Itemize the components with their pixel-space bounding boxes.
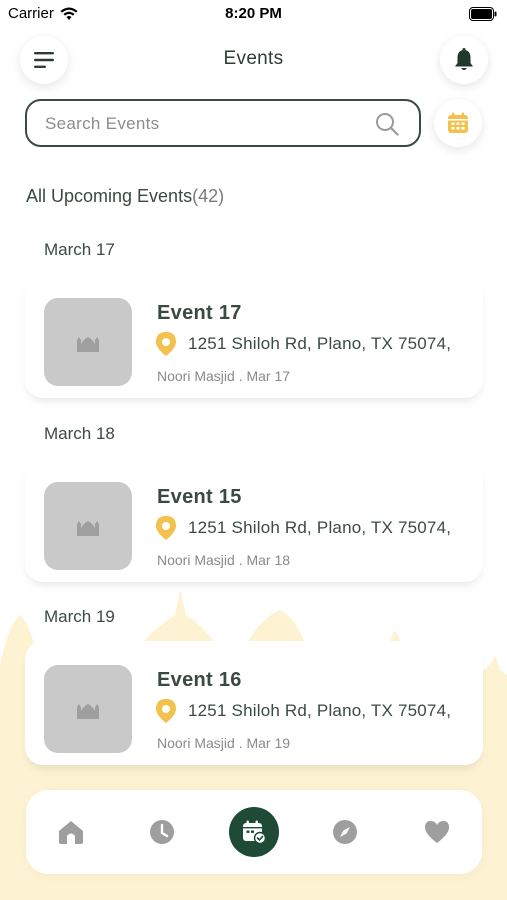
event-address: 1251 Shiloh Rd, Plano, TX 75074, (188, 334, 452, 353)
event-location: 1251 Shiloh Rd, Plano, TX 75074, (156, 516, 451, 540)
compass-icon (333, 820, 357, 844)
app-header: Events (0, 36, 507, 86)
nav-qibla[interactable] (320, 807, 370, 857)
event-meta: Noori Masjid . Mar 19 (157, 735, 291, 751)
event-title: Event 15 (157, 486, 242, 508)
event-address: 1251 Shiloh Rd, Plano, TX 75074, (188, 701, 452, 720)
event-meta: Noori Masjid . Mar 18 (157, 552, 291, 568)
event-title: Event 16 (157, 669, 242, 691)
event-card[interactable]: Event 17 1251 Shiloh Rd, Plano, TX 75074… (25, 274, 483, 398)
location-pin-icon (156, 332, 176, 356)
event-date-header: March 17 (44, 240, 115, 259)
event-title: Event 17 (157, 302, 242, 324)
event-card[interactable]: Event 16 1251 Shiloh Rd, Plano, TX 75074… (25, 641, 483, 765)
status-time: 8:20 PM (225, 5, 282, 22)
calendar-icon (448, 112, 468, 133)
nav-home[interactable] (46, 807, 96, 857)
search-input[interactable] (45, 112, 365, 136)
event-date-header: March 18 (44, 424, 115, 443)
event-card[interactable]: Event 15 1251 Shiloh Rd, Plano, TX 75074… (25, 458, 483, 582)
nav-prayer-times[interactable] (137, 807, 187, 857)
status-bar: Carrier 8:20 PM (0, 0, 507, 30)
nav-favorites[interactable] (412, 807, 462, 857)
section-title: All Upcoming Events (26, 186, 193, 206)
event-count: (42) (192, 186, 225, 206)
bottom-navigation (26, 790, 482, 874)
calendar-filter-button[interactable] (434, 99, 482, 147)
mosque-placeholder-icon (77, 337, 99, 352)
battery-icon (469, 7, 497, 21)
notifications-button[interactable] (440, 36, 488, 84)
calendar-check-icon (243, 820, 266, 844)
event-location: 1251 Shiloh Rd, Plano, TX 75074, (156, 332, 451, 356)
heart-icon (425, 821, 449, 843)
home-icon (59, 821, 83, 844)
event-address: 1251 Shiloh Rd, Plano, TX 75074, (188, 518, 452, 537)
mosque-placeholder-icon (77, 704, 99, 719)
event-meta: Noori Masjid . Mar 17 (157, 368, 291, 384)
event-thumbnail (44, 298, 132, 386)
clock-icon (150, 820, 174, 844)
location-pin-icon (156, 516, 176, 540)
mosque-placeholder-icon (77, 521, 99, 536)
event-thumbnail (44, 665, 132, 753)
event-location: 1251 Shiloh Rd, Plano, TX 75074, (156, 699, 451, 723)
nav-events[interactable] (229, 807, 279, 857)
event-date-header: March 19 (44, 607, 115, 626)
bell-icon (455, 48, 473, 70)
search-bar[interactable] (25, 99, 421, 147)
section-heading: All Upcoming Events(42) (26, 186, 224, 207)
page-title: Events (223, 48, 284, 69)
location-pin-icon (156, 699, 176, 723)
search-icon[interactable] (375, 112, 399, 136)
event-thumbnail (44, 482, 132, 570)
